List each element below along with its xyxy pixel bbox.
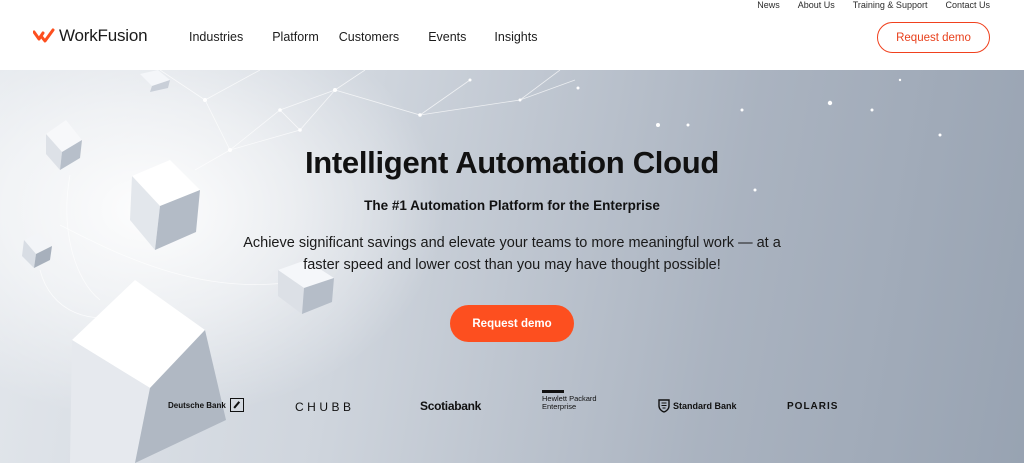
hero-description: Achieve significant savings and elevate … bbox=[243, 235, 781, 273]
hero-section: Intelligent Automation Cloud The #1 Auto… bbox=[0, 70, 1024, 463]
client-logo-deutsche-bank: Deutsche Bank bbox=[168, 398, 244, 412]
standard-bank-shield-icon bbox=[658, 399, 670, 413]
hero-title: Intelligent Automation Cloud bbox=[304, 145, 720, 180]
client-logo-standard-bank: Standard Bank bbox=[658, 399, 737, 413]
client-logo-polaris: POLARIS bbox=[787, 401, 839, 412]
workfusion-logo-icon bbox=[33, 28, 55, 43]
deutsche-bank-slash-icon bbox=[229, 398, 244, 412]
brand-name: WorkFusion bbox=[59, 26, 148, 45]
hpe-line-2: Enterprise bbox=[542, 402, 577, 411]
client-logo-chubb: CHUBB bbox=[295, 400, 355, 414]
util-link-contact-us[interactable]: Contact Us bbox=[945, 0, 990, 10]
header-request-demo-button[interactable]: Request demo bbox=[877, 22, 990, 53]
util-link-about-us[interactable]: About Us bbox=[798, 0, 835, 10]
hero-subtitle: The #1 Automation Platform for the Enter… bbox=[364, 198, 660, 213]
nav-item-platform[interactable]: Platform bbox=[272, 29, 319, 45]
nav-item-industries[interactable]: Industries bbox=[189, 29, 243, 45]
client-logo-hpe: Hewlett Packard Enterprise bbox=[542, 390, 597, 411]
util-link-news[interactable]: News bbox=[757, 0, 780, 10]
utility-nav: News About Us Training & Support Contact… bbox=[757, 0, 990, 10]
site-header: News About Us Training & Support Contact… bbox=[0, 0, 1024, 70]
hpe-bar-icon bbox=[542, 390, 564, 393]
hero-request-demo-button[interactable]: Request demo bbox=[450, 305, 574, 342]
workfusion-logo[interactable]: WorkFusion bbox=[33, 23, 148, 49]
nav-item-customers[interactable]: Customers bbox=[339, 29, 399, 45]
nav-item-insights[interactable]: Insights bbox=[494, 29, 537, 45]
main-nav: Industries Platform Customers Events Ins… bbox=[189, 29, 538, 45]
cube-large bbox=[70, 280, 226, 463]
client-logo-scotiabank: Scotiabank bbox=[420, 399, 482, 413]
nav-item-events[interactable]: Events bbox=[428, 29, 466, 45]
util-link-training-support[interactable]: Training & Support bbox=[853, 0, 928, 10]
cube-3 bbox=[22, 233, 52, 268]
client-name-standard-bank: Standard Bank bbox=[673, 401, 737, 411]
client-name-deutsche-bank: Deutsche Bank bbox=[168, 400, 226, 410]
